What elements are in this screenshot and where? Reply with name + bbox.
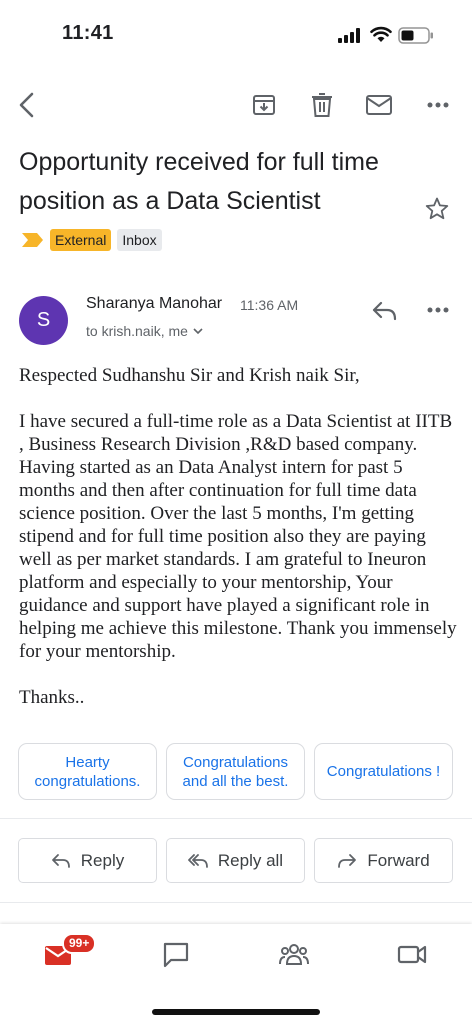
reply-button[interactable]: Reply [18,838,157,883]
body-paragraph: I have secured a full-time role as a Dat… [19,411,457,662]
more-options-button[interactable] [423,90,453,120]
status-bar: 11:41 [0,0,472,70]
more-icon [427,102,449,108]
reply-all-label: Reply all [217,850,284,870]
body-closing: Thanks.. [19,687,85,708]
label-inbox[interactable]: Inbox [117,229,162,251]
email-toolbar [0,80,472,130]
sender-name: Sharanya Manohar [86,295,223,312]
reply-label: Reply [80,850,125,870]
spaces-icon [279,944,309,965]
divider [0,818,472,819]
smart-reply-1[interactable]: Hearty congratulations. [18,743,157,800]
mail-icon [366,95,392,115]
divider [0,902,472,903]
recipients-text: to krish.naik, me [86,323,188,339]
smart-reply-2[interactable]: Congratulations and all the best. [166,743,305,800]
meet-icon [397,945,427,964]
nav-meet[interactable] [396,938,428,970]
battery-icon [398,27,433,44]
reply-all-button[interactable]: Reply all [166,838,305,883]
importance-marker-icon[interactable] [22,233,44,247]
mail-unread-badge: 99+ [62,933,97,954]
archive-button[interactable] [249,90,279,120]
delete-button[interactable] [307,90,337,120]
status-time: 11:41 [62,22,114,44]
forward-label: Forward [367,850,430,870]
chat-icon [163,942,189,968]
recipients-toggle[interactable]: to krish.naik, me [86,323,204,339]
reply-icon[interactable] [371,299,399,323]
sent-time: 11:36 AM [240,297,299,313]
label-external: External [50,229,112,251]
reply-icon [51,853,70,868]
wifi-icon [370,26,392,42]
back-button[interactable] [12,90,42,120]
chevron-down-icon [193,328,203,335]
trash-icon [312,93,332,117]
back-icon [19,92,34,118]
nav-chat[interactable] [160,938,192,970]
forward-icon [338,853,357,868]
message-more-icon[interactable] [424,300,452,320]
home-indicator [152,1009,320,1015]
email-labels: External Inbox [22,228,162,252]
archive-icon [253,95,275,115]
smart-reply-3[interactable]: Congratulations ! [314,743,453,800]
body-greeting: Respected Sudhanshu Sir and Krish naik S… [19,365,360,386]
email-subject: Opportunity received for full time posit… [19,148,379,215]
reply-all-icon [187,853,208,868]
star-icon[interactable] [424,196,450,222]
mark-unread-button[interactable] [364,90,394,120]
signal-icon [338,28,360,43]
nav-spaces[interactable] [278,938,310,970]
email-body: Respected Sudhanshu Sir and Krish naik S… [19,364,459,709]
forward-button[interactable]: Forward [314,838,453,883]
sender-avatar[interactable]: S [19,296,68,345]
